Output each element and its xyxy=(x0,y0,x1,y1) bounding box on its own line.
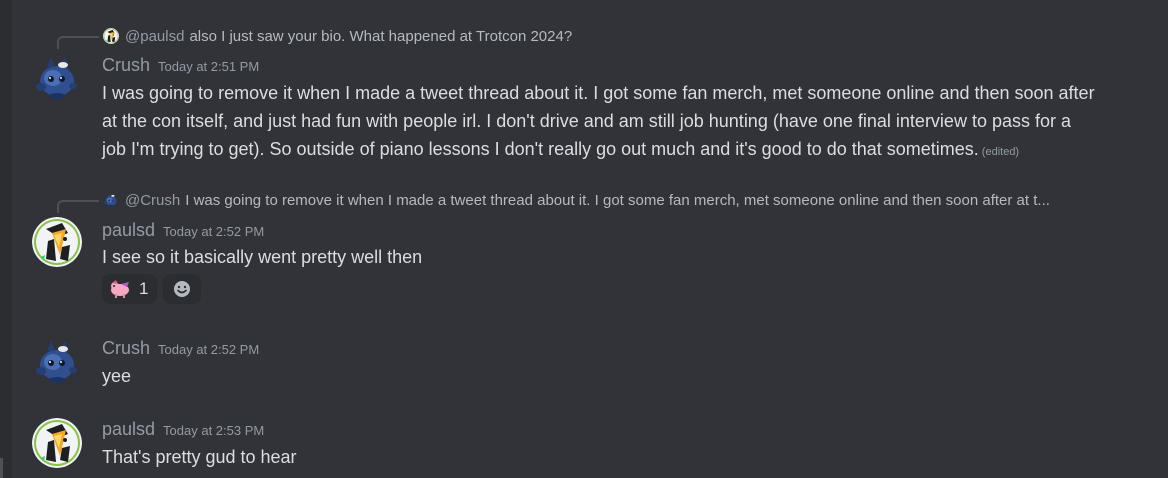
reply-spine xyxy=(57,36,99,49)
reply-mention[interactable]: @Crush xyxy=(125,192,180,209)
reply-mention[interactable]: @paulsd xyxy=(125,28,184,45)
chat-messages: @paulsd also I just saw your bio. What h… xyxy=(0,0,1168,478)
reply-text[interactable]: also I just saw your bio. What happened … xyxy=(189,28,572,45)
scroll-indicator[interactable] xyxy=(0,458,3,478)
edited-label: (edited) xyxy=(981,146,1020,158)
crush-avatar[interactable] xyxy=(32,53,82,103)
reply-preview[interactable]: @Crush I was going to remove it when I m… xyxy=(103,190,1155,210)
blue-creature-avatar-icon xyxy=(32,337,82,387)
crush-avatar[interactable] xyxy=(32,337,82,387)
paulsd-avatar[interactable] xyxy=(32,217,82,267)
paulsd-mini-avatar-icon xyxy=(103,28,119,44)
reply-text[interactable]: I was going to remove it when I made a t… xyxy=(185,192,1050,209)
username[interactable]: Crush xyxy=(102,338,150,359)
message-content: I see so it basically went pretty well t… xyxy=(102,247,423,267)
blue-creature-avatar-icon xyxy=(32,53,82,103)
message-header: paulsd Today at 2:53 PM xyxy=(102,419,264,441)
reply-preview[interactable]: @paulsd also I just saw your bio. What h… xyxy=(103,26,572,46)
message-content: That's pretty gud to hear xyxy=(102,447,297,467)
message-line: job I'm trying to get). So outside of pi… xyxy=(102,135,1142,166)
crush-mini-avatar-icon xyxy=(103,192,119,208)
message-line-text: job I'm trying to get). So outside of pi… xyxy=(102,139,979,159)
reply-spine xyxy=(57,200,99,213)
message-content: I was going to remove it when I made a t… xyxy=(102,79,1142,166)
username[interactable]: paulsd xyxy=(102,220,155,241)
message-header: Crush Today at 2:52 PM xyxy=(102,338,259,360)
username[interactable]: Crush xyxy=(102,55,150,76)
dark-character-avatar-icon xyxy=(32,418,82,468)
timestamp[interactable]: Today at 2:51 PM xyxy=(158,59,259,74)
username[interactable]: paulsd xyxy=(102,419,155,440)
reaction-pony[interactable]: 1 xyxy=(102,274,158,304)
message-header: paulsd Today at 2:52 PM xyxy=(102,220,264,242)
timestamp[interactable]: Today at 2:52 PM xyxy=(158,342,259,357)
timestamp[interactable]: Today at 2:53 PM xyxy=(163,423,264,438)
message-content: yee xyxy=(102,366,132,386)
reactions-bar: 1 xyxy=(102,274,202,304)
dark-character-avatar-icon xyxy=(32,217,82,267)
pink-pony-emoji-icon xyxy=(109,280,131,298)
message-header: Crush Today at 2:51 PM xyxy=(102,55,259,77)
paulsd-avatar[interactable] xyxy=(32,418,82,468)
message-line: at the con itself, and just had fun with… xyxy=(102,111,1071,131)
message-line: I was going to remove it when I made a t… xyxy=(102,83,1095,103)
smiley-add-reaction-icon xyxy=(174,281,191,297)
timestamp[interactable]: Today at 2:52 PM xyxy=(163,224,264,239)
reaction-count: 1 xyxy=(139,279,149,298)
add-reaction-button[interactable] xyxy=(163,274,202,304)
channel-list-edge xyxy=(0,0,12,478)
